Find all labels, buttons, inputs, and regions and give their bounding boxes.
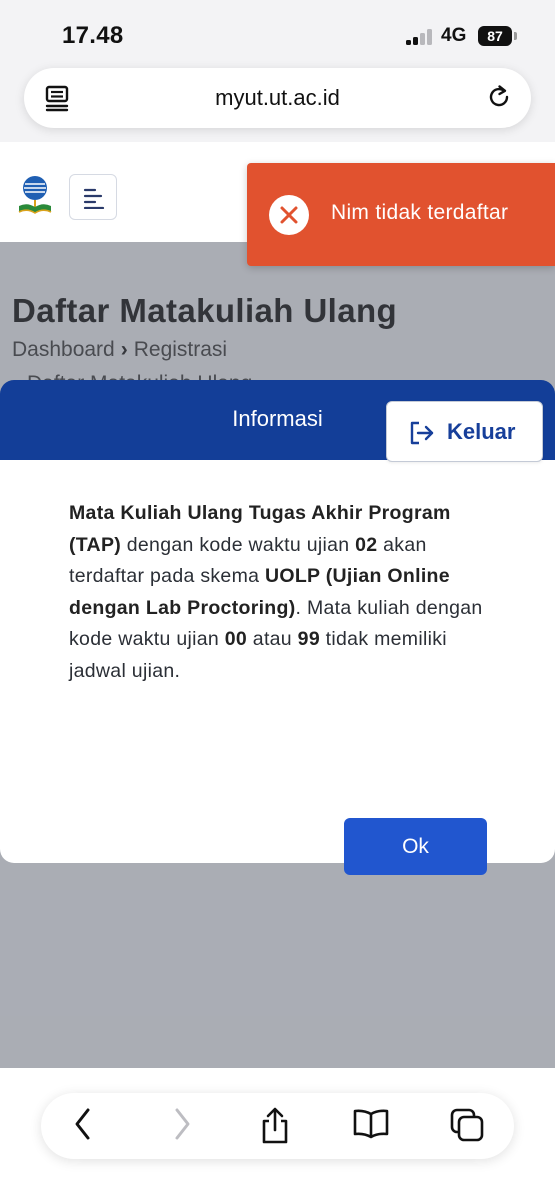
modal-message: Mata Kuliah Ulang Tugas Akhir Program (T… bbox=[69, 498, 487, 687]
back-button[interactable] bbox=[63, 1107, 103, 1145]
modal-message-segment: 99 bbox=[297, 628, 320, 650]
network-type: 4G bbox=[441, 25, 467, 46]
error-toast[interactable]: Nim tidak terdaftar bbox=[247, 163, 555, 266]
browser-toolbar bbox=[41, 1093, 514, 1159]
menu-icon bbox=[83, 188, 105, 209]
close-circle-icon[interactable] bbox=[269, 195, 309, 235]
modal-message-segment: 02 bbox=[355, 533, 378, 556]
address-bar[interactable]: myut.ut.ac.id bbox=[24, 68, 531, 128]
modal-body: Mata Kuliah Ulang Tugas Akhir Program (T… bbox=[0, 460, 555, 875]
tabs-icon bbox=[450, 1108, 484, 1142]
modal-message-segment: atau bbox=[247, 628, 298, 650]
url-text[interactable]: myut.ut.ac.id bbox=[24, 85, 531, 111]
ok-button[interactable]: Ok bbox=[344, 818, 487, 875]
forward-button[interactable] bbox=[162, 1107, 202, 1145]
modal-message-segment: dengan kode waktu ujian bbox=[121, 533, 356, 556]
toast-message: Nim tidak terdaftar bbox=[331, 201, 509, 224]
logout-label: Keluar bbox=[447, 419, 516, 444]
menu-button[interactable] bbox=[69, 174, 117, 220]
status-bar: 17.48 4G 87 bbox=[0, 0, 555, 72]
chevron-left-icon bbox=[75, 1108, 90, 1140]
battery-tip bbox=[514, 32, 517, 40]
battery-icon: 87 bbox=[478, 26, 512, 46]
bookmarks-button[interactable] bbox=[351, 1107, 391, 1145]
signal-icon bbox=[406, 29, 434, 45]
modal-message-segment: 00 bbox=[224, 628, 248, 650]
logout-button[interactable]: Keluar bbox=[386, 401, 543, 462]
browser-bar: myut.ut.ac.id bbox=[0, 68, 555, 142]
share-button[interactable] bbox=[255, 1107, 295, 1145]
status-time: 17.48 bbox=[62, 22, 124, 49]
reload-icon[interactable] bbox=[485, 83, 513, 111]
book-icon bbox=[353, 1109, 389, 1139]
tabs-button[interactable] bbox=[447, 1107, 487, 1145]
logout-icon bbox=[410, 421, 434, 445]
chevron-right-icon bbox=[175, 1108, 190, 1140]
share-icon bbox=[262, 1107, 288, 1144]
ut-logo-icon[interactable] bbox=[16, 174, 54, 216]
